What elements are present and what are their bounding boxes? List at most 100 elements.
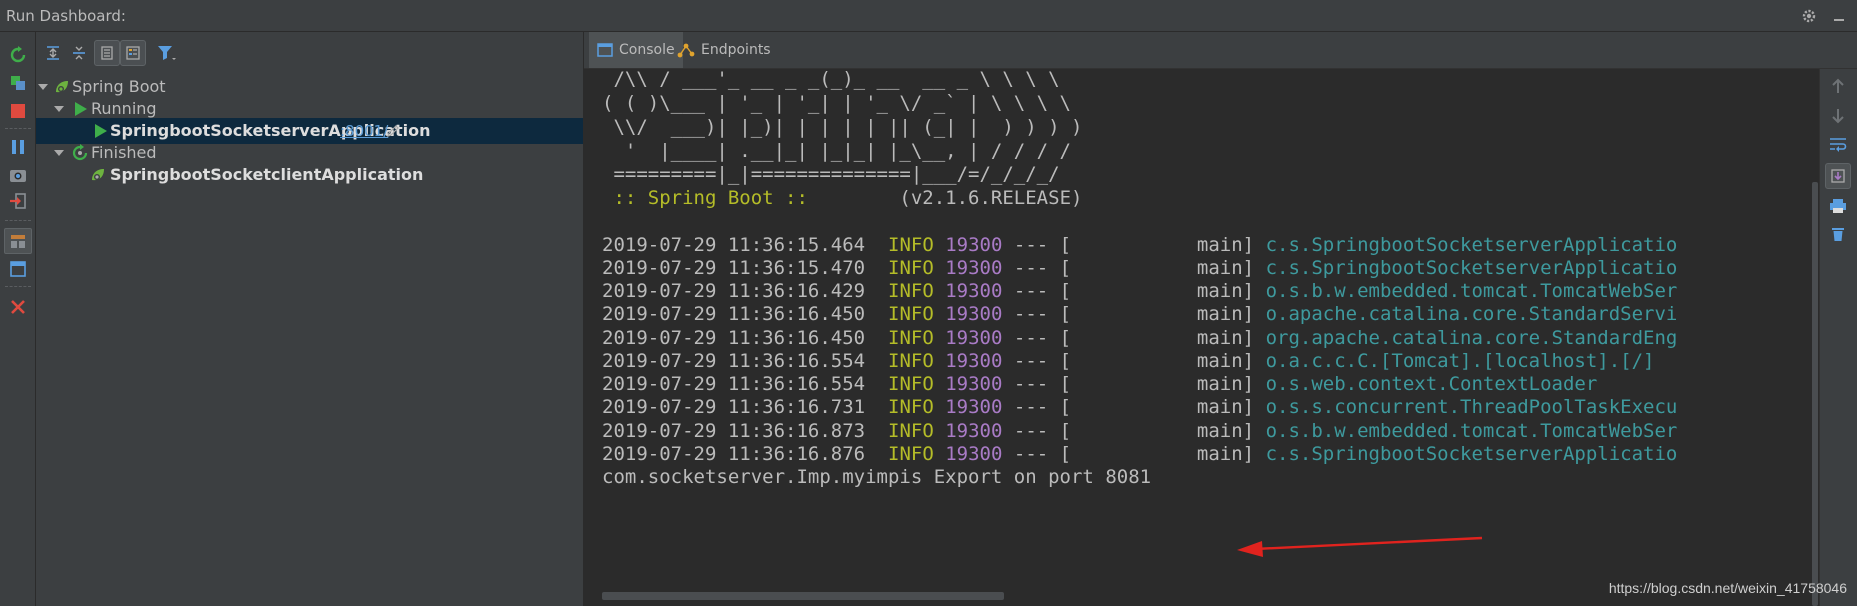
soft-wrap-button[interactable] bbox=[1825, 131, 1851, 157]
log-line: 2019-07-29 11:36:16.731 INFO 19300 --- [… bbox=[602, 395, 1677, 419]
log-separator: --- [ bbox=[1013, 234, 1072, 256]
log-level: INFO bbox=[888, 350, 934, 372]
trash-icon bbox=[1832, 228, 1844, 241]
exit-button[interactable] bbox=[4, 188, 32, 214]
log-logger: o.s.b.w.embedded.tomcat.TomcatWebSer bbox=[1265, 420, 1678, 442]
layout-button[interactable] bbox=[4, 228, 32, 254]
up-arrow-icon bbox=[1832, 78, 1844, 93]
log-level: INFO bbox=[888, 280, 934, 302]
console-tabs: Console Endpoints bbox=[584, 32, 1857, 69]
log-pid: 19300 bbox=[945, 350, 1003, 372]
expand-all-icon bbox=[47, 46, 59, 60]
clear-all-button[interactable] bbox=[1825, 221, 1851, 247]
pause-icon bbox=[12, 140, 24, 154]
minimize-icon[interactable] bbox=[1829, 6, 1849, 26]
console-toolbar bbox=[1819, 69, 1857, 606]
log-thread: main] bbox=[1071, 350, 1255, 372]
log-separator: --- [ bbox=[1013, 396, 1072, 418]
status-group-icon bbox=[126, 46, 140, 60]
vertical-scrollbar[interactable] bbox=[1812, 182, 1818, 606]
print-button[interactable] bbox=[1825, 193, 1851, 219]
log-level: INFO bbox=[888, 234, 934, 256]
log-separator: --- [ bbox=[1013, 327, 1072, 349]
horizontal-scrollbar[interactable] bbox=[602, 592, 1004, 600]
close-icon bbox=[11, 300, 25, 314]
next-occurrence-button[interactable] bbox=[1825, 103, 1851, 129]
log-timestamp: 2019-07-29 11:36:16.450 bbox=[602, 327, 866, 349]
group-by-status-button[interactable] bbox=[120, 40, 146, 66]
log-timestamp: 2019-07-29 11:36:16.731 bbox=[602, 396, 866, 418]
expand-all-button[interactable] bbox=[40, 40, 66, 66]
log-pid: 19300 bbox=[945, 443, 1003, 465]
tree-node-label: Running bbox=[91, 99, 157, 118]
log-separator: --- [ bbox=[1013, 303, 1072, 325]
log-thread: main] bbox=[1071, 327, 1255, 349]
toolbar-separator bbox=[5, 128, 31, 129]
log-level: INFO bbox=[888, 257, 934, 279]
log-line: 2019-07-29 11:36:16.876 INFO 19300 --- [… bbox=[602, 442, 1677, 466]
window-title: Run Dashboard: bbox=[6, 7, 126, 25]
gear-icon[interactable] bbox=[1799, 6, 1819, 26]
chevron-down-icon[interactable] bbox=[52, 102, 66, 116]
tree-node-client-app[interactable]: SpringbootSocketclientApplication bbox=[36, 162, 583, 188]
console-icon bbox=[597, 43, 613, 57]
chevron-down-icon[interactable] bbox=[52, 146, 66, 160]
tab-label: Endpoints bbox=[701, 42, 771, 58]
log-pid: 19300 bbox=[945, 234, 1003, 256]
log-thread: main] bbox=[1071, 303, 1255, 325]
tree-node-label: SpringbootSocketclientApplication bbox=[110, 165, 424, 184]
tab-endpoints[interactable]: Endpoints bbox=[669, 32, 779, 68]
toolbar-separator bbox=[5, 286, 31, 287]
layout-icon bbox=[11, 235, 25, 248]
endpoints-icon bbox=[677, 43, 695, 58]
log-line: 2019-07-29 11:36:16.450 INFO 19300 --- [… bbox=[602, 326, 1677, 350]
close-button[interactable] bbox=[4, 294, 32, 320]
run-icon bbox=[90, 122, 110, 140]
log-pid: 19300 bbox=[945, 303, 1003, 325]
dump-threads-button[interactable] bbox=[4, 162, 32, 188]
scroll-to-end-button[interactable] bbox=[1825, 163, 1851, 189]
window-icon bbox=[10, 261, 26, 277]
stop-button[interactable] bbox=[4, 98, 32, 124]
log-separator: --- [ bbox=[1013, 257, 1072, 279]
finished-icon bbox=[70, 144, 90, 162]
rerun-button[interactable] bbox=[4, 42, 32, 68]
collapse-all-button[interactable] bbox=[66, 40, 92, 66]
log-line: 2019-07-29 11:36:15.464 INFO 19300 --- [… bbox=[602, 233, 1677, 257]
log-thread: main] bbox=[1071, 257, 1255, 279]
spring-boot-version-line: :: Spring Boot :: (v2.1.6.RELEASE) bbox=[602, 186, 1082, 210]
chevron-down-icon[interactable] bbox=[36, 80, 50, 94]
log-line: 2019-07-29 11:36:16.873 INFO 19300 --- [… bbox=[602, 419, 1677, 443]
log-logger: o.apache.catalina.core.StandardServi bbox=[1265, 303, 1678, 325]
run-icon bbox=[70, 100, 90, 118]
pause-button[interactable] bbox=[4, 134, 32, 160]
console-panel: Console Endpoints /\\ / ___'_ __ _ _(_)_… bbox=[584, 32, 1857, 606]
banner-line: \\/ ___)| |_)| | | | | || (_| | ) ) ) ) bbox=[602, 116, 1083, 138]
banner-line: /\\ / ___'_ __ _ _(_)_ __ __ _ \ \ \ \ bbox=[602, 69, 1060, 90]
tree-node-label: Finished bbox=[91, 143, 157, 162]
tree-toolbar bbox=[36, 32, 583, 72]
restore-layout-button[interactable] bbox=[4, 256, 32, 282]
down-arrow-icon bbox=[1832, 109, 1844, 124]
log-level: INFO bbox=[888, 420, 934, 442]
server-port-link[interactable]: :8001/ bbox=[340, 122, 388, 140]
log-level: INFO bbox=[888, 327, 934, 349]
filter-button[interactable] bbox=[154, 40, 180, 66]
spring-boot-label: :: Spring Boot :: bbox=[602, 187, 808, 209]
log-thread: main] bbox=[1071, 443, 1255, 465]
log-pid: 19300 bbox=[945, 420, 1003, 442]
title-bar: Run Dashboard: bbox=[0, 0, 1857, 32]
log-logger: o.s.web.context.ContextLoader bbox=[1265, 373, 1598, 395]
stop-icon bbox=[11, 104, 25, 118]
layers-icon bbox=[11, 76, 25, 90]
console-output[interactable]: /\\ / ___'_ __ _ _(_)_ __ __ _ \ \ \ \ (… bbox=[584, 69, 1810, 606]
collapse-all-icon bbox=[73, 46, 85, 60]
group-by-type-button[interactable] bbox=[94, 40, 120, 66]
log-pid: 19300 bbox=[945, 373, 1003, 395]
rerun-all-button[interactable] bbox=[4, 70, 32, 96]
log-thread: main] bbox=[1071, 234, 1255, 256]
log-separator: --- [ bbox=[1013, 280, 1072, 302]
log-level: INFO bbox=[888, 443, 934, 465]
log-logger: c.s.SpringbootSocketserverApplicatio bbox=[1265, 234, 1678, 256]
previous-occurrence-button[interactable] bbox=[1825, 73, 1851, 99]
